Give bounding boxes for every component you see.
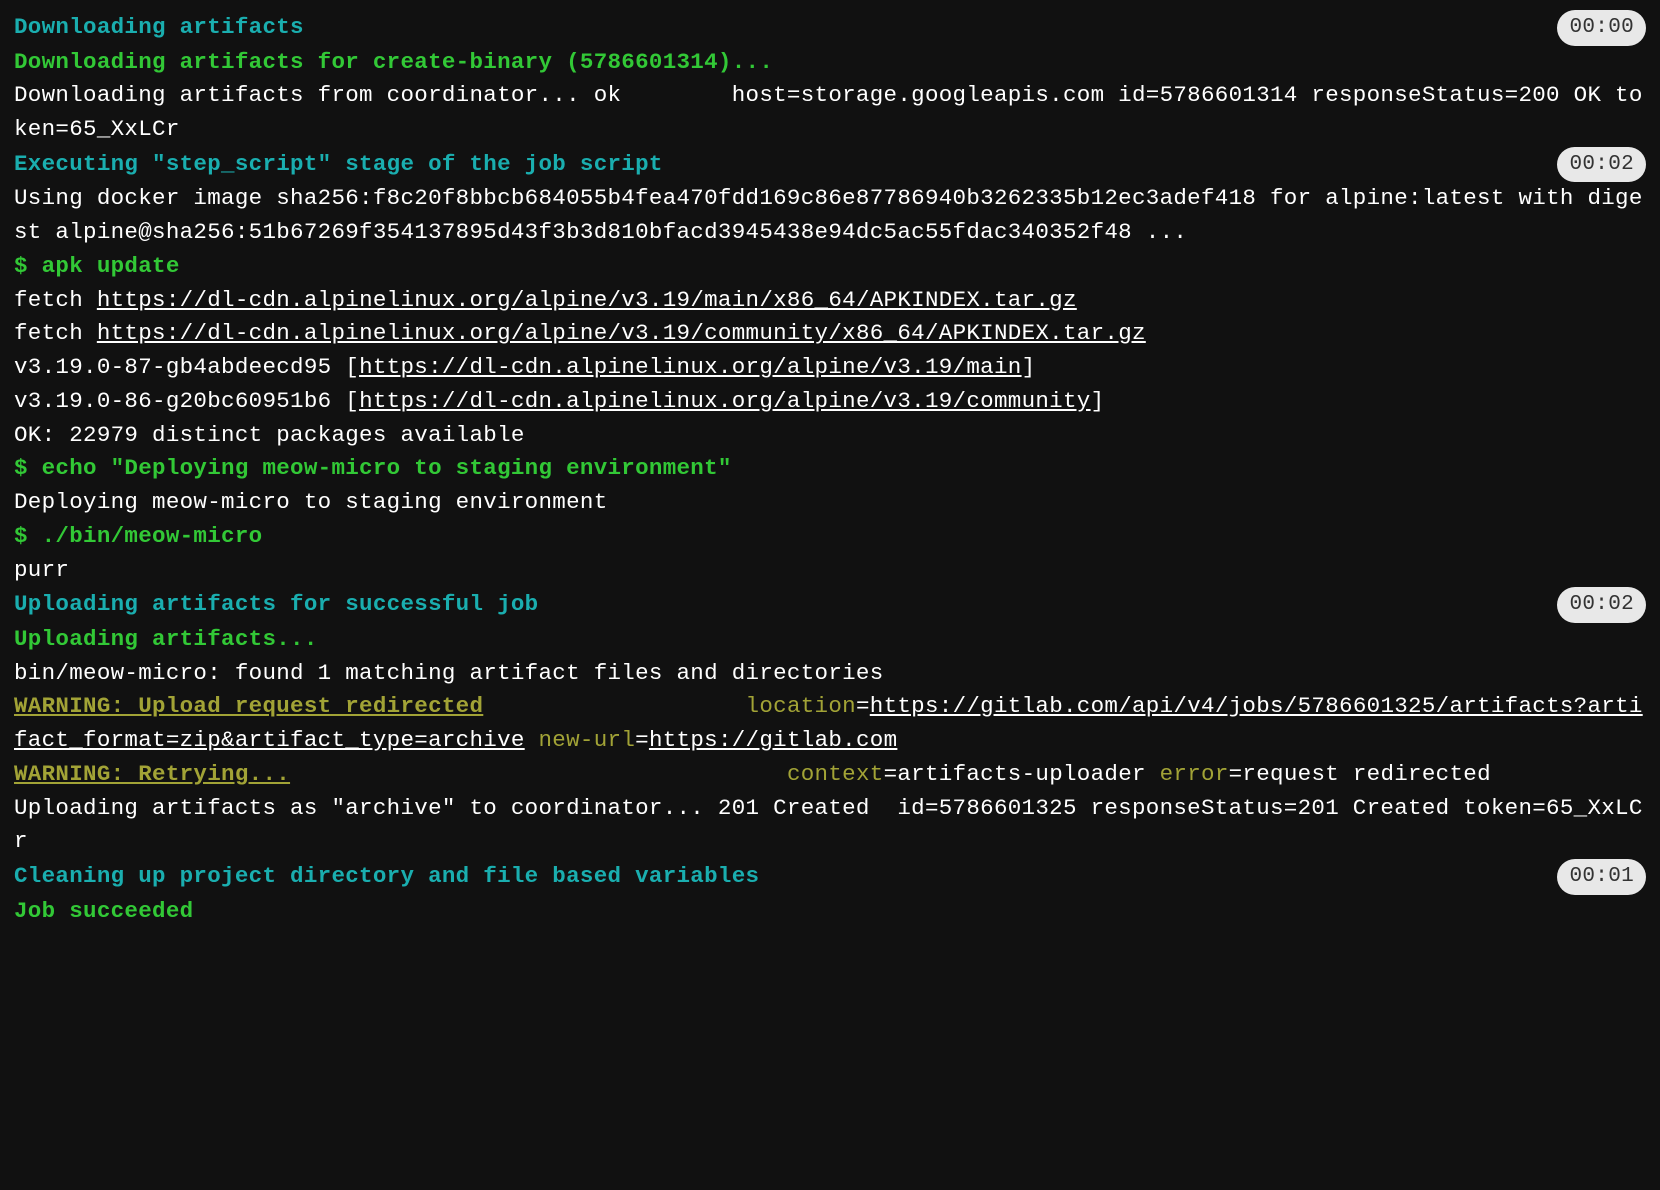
log-line: purr [14,554,1646,588]
log-line: v3.19.0-86-g20bc60951b6 [https://dl-cdn.… [14,385,1646,419]
log-text: = [856,693,870,719]
section-title[interactable]: Downloading artifacts [14,11,304,45]
log-text: v3.19.0-86-g20bc60951b6 [ [14,388,359,414]
log-line: Deploying meow-micro to staging environm… [14,486,1646,520]
time-badge: 00:02 [1557,587,1646,623]
section-step-script: Executing "step_script" stage of the job… [14,147,1646,183]
log-text: fetch [14,287,97,313]
log-line: Downloading artifacts for create-binary … [14,46,1646,80]
log-line-warning: WARNING: Retrying... context=artifacts-u… [14,758,1646,792]
log-line: bin/meow-micro: found 1 matching artifac… [14,657,1646,691]
job-succeeded: Job succeeded [14,895,1646,929]
log-line: Using docker image sha256:f8c20f8bbcb684… [14,182,1646,250]
log-line: Downloading artifacts from coordinator..… [14,79,1646,147]
log-line: Uploading artifacts... [14,623,1646,657]
log-spacer [525,727,539,753]
log-line: OK: 22979 distinct packages available [14,419,1646,453]
log-text: fetch [14,320,97,346]
log-text: v3.19.0-87-gb4abdeecd95 [ [14,354,359,380]
command-line: $ echo "Deploying meow-micro to staging … [14,452,1646,486]
log-text: =request redirected [1229,761,1491,787]
log-line: fetch https://dl-cdn.alpinelinux.org/alp… [14,284,1646,318]
warning-text: WARNING: Upload request redirected [14,693,483,719]
log-spacer [290,761,787,787]
log-key: context [787,761,884,787]
warning-text: WARNING: Retrying... [14,761,290,787]
section-uploading-artifacts: Uploading artifacts for successful job 0… [14,587,1646,623]
time-badge: 00:01 [1557,859,1646,895]
log-line: fetch https://dl-cdn.alpinelinux.org/alp… [14,317,1646,351]
log-text: =artifacts-uploader [884,761,1160,787]
section-title[interactable]: Cleaning up project directory and file b… [14,860,759,894]
section-cleaning-up: Cleaning up project directory and file b… [14,859,1646,895]
log-line-warning: WARNING: Upload request redirected locat… [14,690,1646,758]
log-spacer [483,693,745,719]
log-link[interactable]: https://gitlab.com [649,727,897,753]
log-line: Uploading artifacts as "archive" to coor… [14,792,1646,860]
section-title[interactable]: Uploading artifacts for successful job [14,588,538,622]
log-link[interactable]: https://dl-cdn.alpinelinux.org/alpine/v3… [359,354,1022,380]
log-text: ] [1022,354,1036,380]
time-badge: 00:00 [1557,10,1646,46]
log-link[interactable]: https://dl-cdn.alpinelinux.org/alpine/v3… [359,388,1091,414]
log-line: v3.19.0-87-gb4abdeecd95 [https://dl-cdn.… [14,351,1646,385]
log-key: error [1160,761,1229,787]
section-downloading-artifacts: Downloading artifacts 00:00 [14,10,1646,46]
section-title[interactable]: Executing "step_script" stage of the job… [14,148,663,182]
command-line: $ ./bin/meow-micro [14,520,1646,554]
command-line: $ apk update [14,250,1646,284]
log-key: new-url [539,727,636,753]
log-link[interactable]: https://dl-cdn.alpinelinux.org/alpine/v3… [97,287,1077,313]
log-link[interactable]: https://dl-cdn.alpinelinux.org/alpine/v3… [97,320,1146,346]
time-badge: 00:02 [1557,147,1646,183]
log-text: = [635,727,649,753]
log-text: ] [1091,388,1105,414]
log-key: location [746,693,856,719]
